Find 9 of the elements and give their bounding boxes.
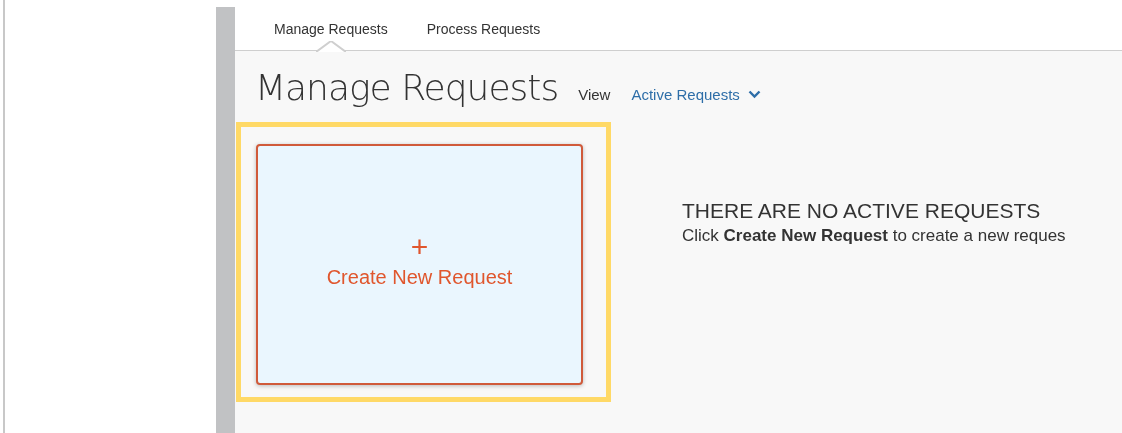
view-dropdown[interactable]: Active Requests	[631, 86, 761, 103]
tab[interactable]: Manage Requests	[274, 7, 388, 50]
chevron-down-icon	[747, 90, 761, 99]
view-label: View	[578, 86, 611, 103]
plus-icon: +	[410, 232, 429, 262]
empty-message: Click Create New Request to create a new reques	[682, 226, 1066, 246]
empty-heading: THERE ARE NO ACTIVE REQUESTS	[682, 199, 1042, 223]
tab[interactable]: Process Requests	[426, 7, 541, 50]
page-title: Manage Requests	[255, 67, 559, 108]
